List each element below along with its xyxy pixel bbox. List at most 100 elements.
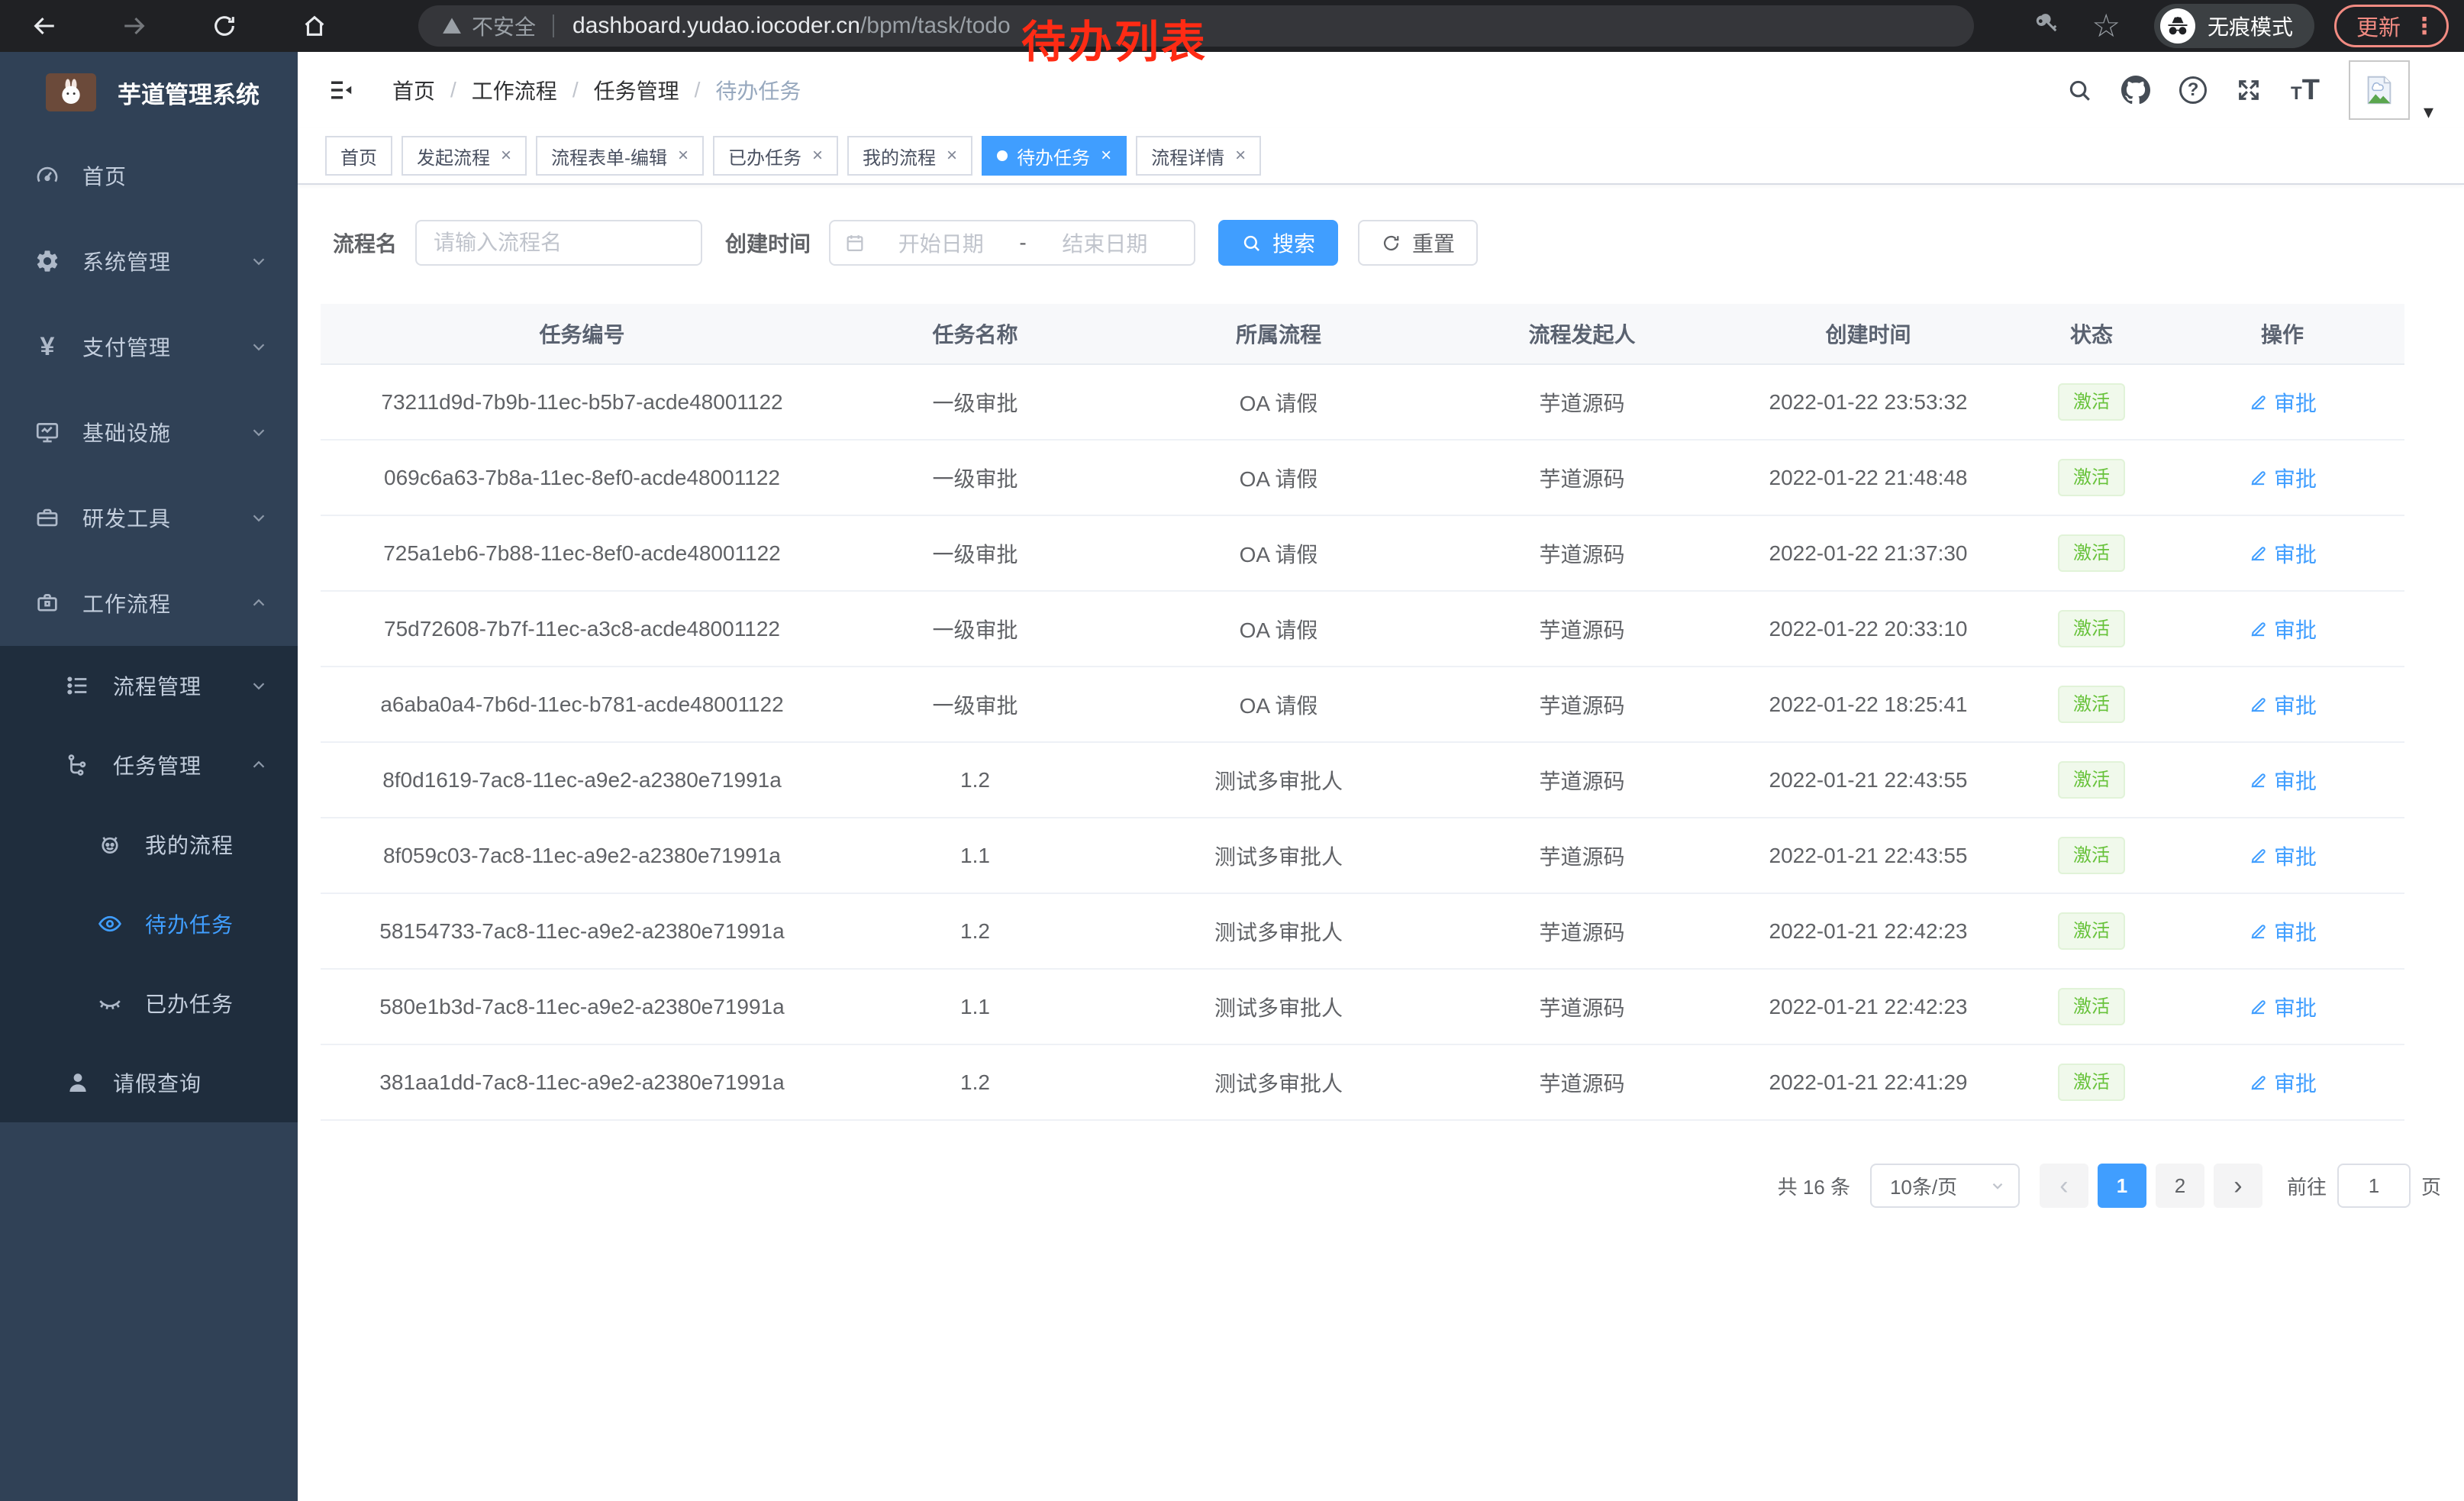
browser-reload-button[interactable] [208, 9, 241, 43]
column-header-actions: 操作 [2160, 304, 2404, 363]
tab-close-icon[interactable]: × [947, 145, 957, 166]
avatar[interactable] [2349, 60, 2410, 120]
pagination: 共 16 条 10条/页 ‹ 1 2 › 前往 页 [321, 1164, 2441, 1208]
tab[interactable]: 流程详情 × [1136, 136, 1261, 176]
cell-initiator: 芋道源码 [1450, 970, 1714, 1044]
approve-link[interactable]: 审批 [2248, 841, 2317, 871]
prev-page-button[interactable]: ‹ [2040, 1164, 2088, 1208]
date-range-picker[interactable]: 开始日期 - 结束日期 [829, 220, 1195, 266]
tab[interactable]: 发起流程 × [402, 136, 527, 176]
status-badge: 激活 [2058, 912, 2125, 950]
approve-link[interactable]: 审批 [2248, 765, 2317, 796]
sidebar-item-home[interactable]: 首页 [0, 133, 298, 218]
sidebar-item-process-management[interactable]: 流程管理 [0, 646, 298, 725]
tab[interactable]: 流程表单-编辑 × [536, 136, 704, 176]
status-badge: 激活 [2058, 383, 2125, 421]
cell-actions: 审批 [2160, 970, 2404, 1044]
tab[interactable]: 首页 [325, 136, 392, 176]
approve-link[interactable]: 审批 [2248, 387, 2317, 418]
sidebar-fold-icon[interactable] [325, 73, 359, 107]
tab-close-icon[interactable]: × [1235, 145, 1246, 166]
browser-toolbar-right: ☆ 无痕模式 更新 ⋮ [2033, 4, 2449, 48]
calendar-icon [844, 232, 866, 253]
breadcrumb-item[interactable]: 工作流程 [472, 75, 557, 105]
toolbox-icon [32, 505, 63, 531]
tab-label: 我的流程 [863, 143, 936, 169]
search-button[interactable]: 搜索 [1218, 220, 1338, 266]
sidebar-item-payment[interactable]: ¥ 支付管理 [0, 304, 298, 389]
next-page-button[interactable]: › [2214, 1164, 2262, 1208]
robot-face-icon [95, 831, 125, 857]
process-name-input[interactable] [415, 220, 702, 266]
breadcrumb-item[interactable]: 任务管理 [594, 75, 679, 105]
avatar-caret-icon[interactable]: ▾ [2424, 100, 2433, 124]
sidebar-item-task-management[interactable]: 任务管理 [0, 725, 298, 805]
table-header-row: 任务编号 任务名称 所属流程 流程发起人 创建时间 状态 操作 [321, 304, 2404, 365]
approve-link[interactable]: 审批 [2248, 538, 2317, 569]
search-icon[interactable] [2066, 77, 2092, 103]
page-button-1[interactable]: 1 [2098, 1164, 2146, 1208]
sidebar-item-leave-query[interactable]: 请假查询 [0, 1043, 298, 1122]
sidebar-item-label: 系统管理 [82, 246, 249, 276]
table-row: 8f0d1619-7ac8-11ec-a9e2-a2380e71991a 1.2… [321, 743, 2404, 818]
tab-close-icon[interactable]: × [812, 145, 823, 166]
approve-link[interactable]: 审批 [2248, 916, 2317, 947]
eye-closed-icon [95, 990, 125, 1016]
tab-active-dot-icon [997, 150, 1008, 161]
goto-page-input[interactable] [2337, 1164, 2411, 1208]
tab-close-icon[interactable]: × [501, 145, 511, 166]
approve-link[interactable]: 审批 [2248, 689, 2317, 720]
github-icon[interactable] [2121, 76, 2150, 105]
approve-link[interactable]: 审批 [2248, 614, 2317, 644]
update-button[interactable]: 更新 ⋮ [2334, 5, 2449, 47]
cell-task-name: 1.2 [843, 743, 1107, 817]
page-button-2[interactable]: 2 [2156, 1164, 2204, 1208]
browser-back-button[interactable] [27, 9, 61, 43]
sidebar-item-dev-tools[interactable]: 研发工具 [0, 475, 298, 560]
tab[interactable]: 待办任务 × [982, 136, 1127, 176]
edit-icon [2248, 392, 2268, 412]
text-size-icon[interactable]: TT [2291, 74, 2320, 107]
tab[interactable]: 已办任务 × [713, 136, 838, 176]
browser-forward-button[interactable] [118, 9, 151, 43]
status-badge: 激活 [2058, 837, 2125, 874]
approve-link[interactable]: 审批 [2248, 992, 2317, 1022]
text-size-big-glyph: T [2302, 74, 2320, 107]
sidebar-item-label: 已办任务 [145, 988, 269, 1018]
breadcrumb-item[interactable]: 首页 [392, 75, 435, 105]
table-row: 725a1eb6-7b88-11ec-8ef0-acde48001122 一级审… [321, 516, 2404, 592]
tab[interactable]: 我的流程 × [847, 136, 972, 176]
yen-icon: ¥ [32, 332, 63, 362]
sidebar-item-workflow[interactable]: 工作流程 [0, 560, 298, 646]
app-title: 芋道管理系统 [118, 76, 260, 110]
page-size-select[interactable]: 10条/页 [1870, 1164, 2020, 1208]
approve-link[interactable]: 审批 [2248, 463, 2317, 493]
help-glyph: ? [2179, 76, 2207, 104]
security-warning-label: 不安全 [472, 11, 536, 41]
security-warning-icon [441, 15, 463, 37]
browser-home-button[interactable] [298, 9, 331, 43]
cell-task-name: 一级审批 [843, 441, 1107, 515]
chevron-down-icon [249, 251, 269, 271]
sidebar-subitem-todo-task[interactable]: 待办任务 [0, 884, 298, 964]
password-key-icon[interactable] [2033, 12, 2061, 40]
cell-created: 2022-01-21 22:43:55 [1714, 818, 2023, 893]
table-row: 73211d9d-7b9b-11ec-b5b7-acde48001122 一级审… [321, 365, 2404, 441]
tab-close-icon[interactable]: × [1101, 145, 1111, 166]
sidebar-subitem-done-task[interactable]: 已办任务 [0, 964, 298, 1043]
approve-link[interactable]: 审批 [2248, 1067, 2317, 1098]
sidebar-item-infrastructure[interactable]: 基础设施 [0, 389, 298, 475]
fullscreen-icon[interactable] [2236, 77, 2262, 103]
content: 流程名 创建时间 开始日期 - 结束日期 搜索 [298, 185, 2464, 1501]
search-button-label: 搜索 [1272, 228, 1315, 258]
navbar: 首页 / 工作流程 / 任务管理 / 待办任务 ? [298, 52, 2464, 128]
url-host: dashboard.yudao.iocoder.cn [572, 13, 860, 38]
browser-menu-dots-icon[interactable]: ⋮ [2413, 13, 2436, 40]
reset-button[interactable]: 重置 [1358, 220, 1478, 266]
help-icon[interactable]: ? [2179, 76, 2207, 104]
sidebar-subitem-my-process[interactable]: 我的流程 [0, 805, 298, 884]
tab-close-icon[interactable]: × [678, 145, 689, 166]
tab-label: 首页 [340, 143, 377, 169]
bookmark-star-icon[interactable]: ☆ [2091, 10, 2121, 42]
sidebar-item-system[interactable]: 系统管理 [0, 218, 298, 304]
